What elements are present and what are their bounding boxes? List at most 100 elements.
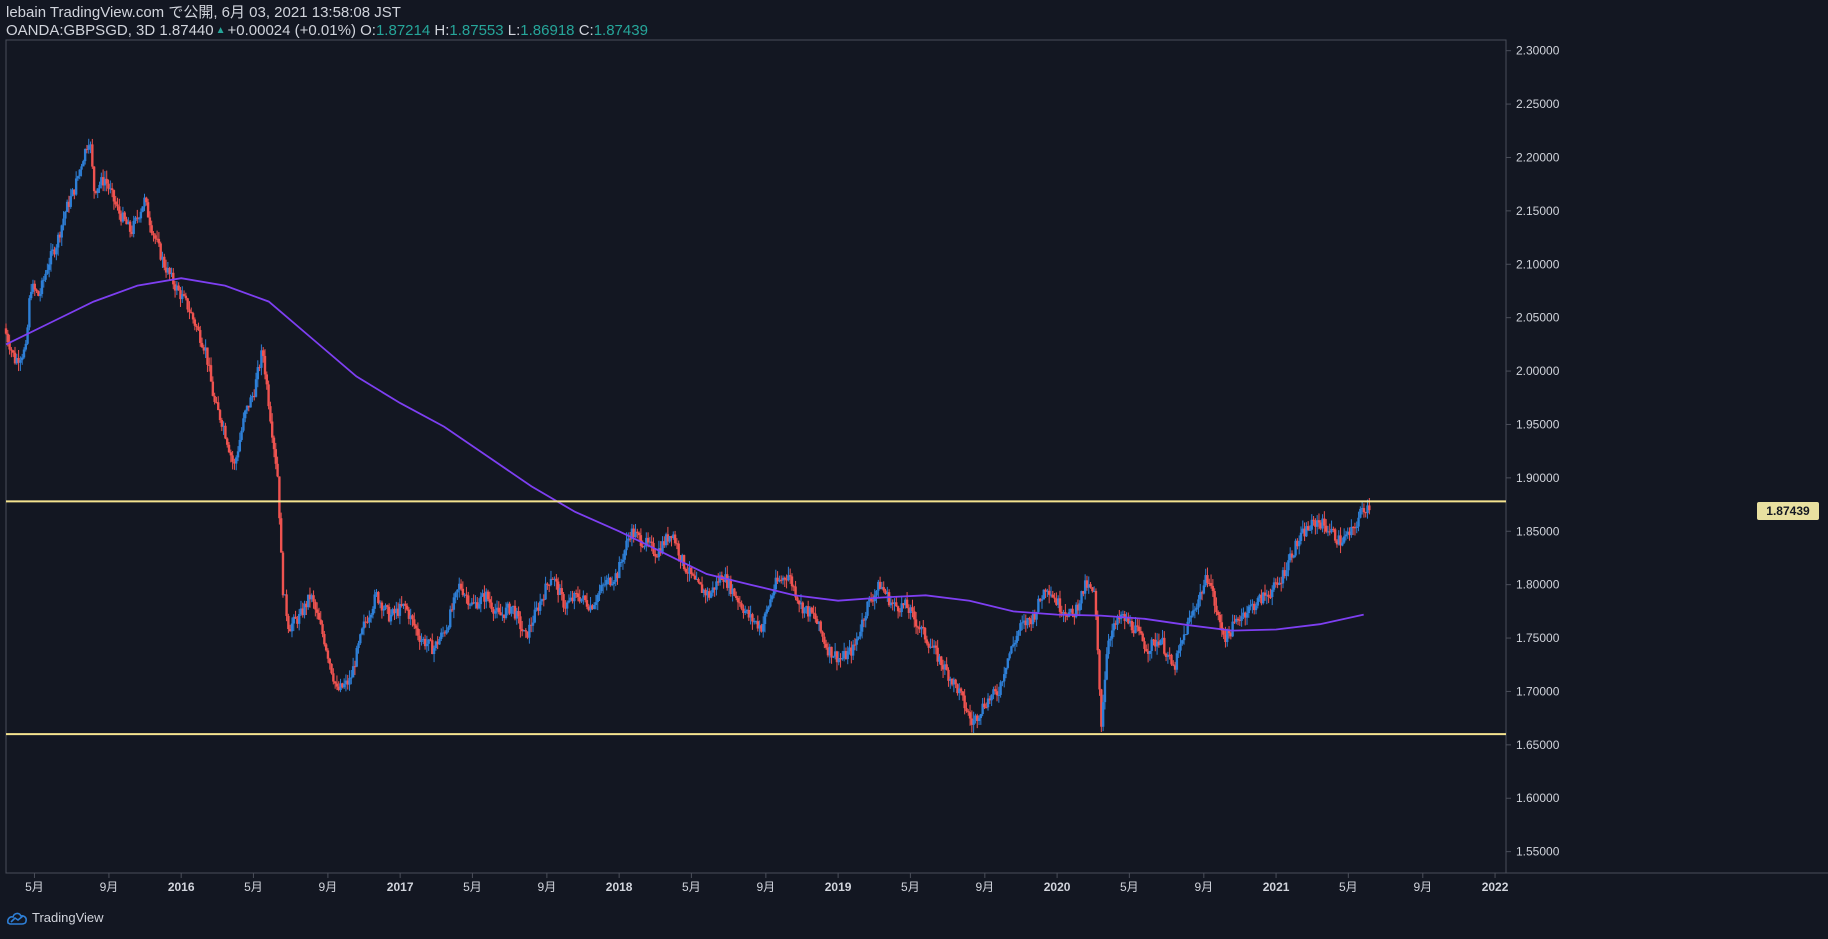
candle-down [467, 595, 470, 605]
candle-down [895, 602, 898, 607]
candle-up [1292, 555, 1295, 558]
candle-down [285, 594, 288, 616]
candle-down [1091, 587, 1094, 592]
price-chart[interactable]: 2.30000 2.25000 2.20000 2.15000 2.10000 2.050… [0, 0, 1828, 939]
candle-up [990, 694, 993, 701]
y-tick-label: 1.85000 [1516, 524, 1560, 538]
tradingview-footer[interactable]: TradingView [6, 910, 104, 925]
candle-down [555, 578, 558, 582]
close-value: 1.87439 [593, 22, 648, 39]
candle-down [110, 188, 114, 191]
candle-down [736, 597, 740, 603]
candle-down [914, 619, 918, 627]
candle-down [195, 325, 198, 327]
candle-down [576, 593, 580, 598]
candle-up [619, 561, 623, 563]
candle-up [1341, 542, 1344, 546]
candle-down [1089, 584, 1092, 588]
candle-up [24, 343, 27, 350]
candle-up [1272, 582, 1276, 590]
candle-down [333, 681, 337, 684]
candle-up [236, 451, 240, 458]
x-tick-label: 5月 [1120, 880, 1139, 894]
candle-down [33, 283, 36, 290]
candle-up [1195, 607, 1198, 610]
candle-down [925, 639, 929, 644]
candle-up [1186, 621, 1189, 635]
candle-down [330, 663, 333, 674]
candle-down [267, 384, 270, 407]
candle-down [335, 683, 339, 687]
candle-up [603, 584, 607, 586]
candle-down [740, 603, 743, 609]
candle-down [1053, 597, 1056, 599]
candle-down [429, 639, 432, 641]
candle-down [1137, 626, 1141, 632]
candle-up [1182, 634, 1186, 641]
candle-up [600, 585, 603, 592]
candle-down [684, 569, 688, 573]
candle-down [796, 597, 799, 601]
candle-down [186, 298, 189, 310]
candle-down [224, 425, 227, 439]
candle-up [531, 622, 535, 626]
candle-up [762, 624, 765, 632]
candle-down [913, 611, 916, 620]
candle-down [488, 599, 492, 603]
candle-up [504, 607, 508, 618]
candle-up [46, 269, 49, 274]
candle-down [114, 201, 117, 205]
candle-down [790, 576, 794, 587]
candle-up [765, 609, 769, 614]
candle-up [1308, 529, 1312, 531]
high-value: 1.87553 [449, 22, 504, 39]
candle-up [1359, 508, 1362, 518]
candle-up [1287, 560, 1290, 571]
candle-up [141, 206, 144, 212]
y-tick-label: 1.75000 [1516, 631, 1560, 645]
candle-up [1350, 526, 1353, 536]
candle-up [544, 583, 547, 600]
candle-up [78, 169, 81, 177]
candle-down [1217, 612, 1220, 615]
candle-down [261, 350, 265, 356]
candle-down [315, 609, 319, 613]
candle-up [1249, 605, 1252, 607]
candle-down [517, 611, 520, 617]
candle-up [1184, 634, 1188, 636]
up-triangle-icon: ▲ [215, 25, 226, 36]
candle-down [923, 627, 927, 640]
candle-up [1355, 526, 1358, 528]
candle-up [371, 608, 375, 615]
candle-up [1247, 606, 1251, 614]
candle-up [1357, 517, 1360, 527]
x-tick-label: 5月 [682, 880, 701, 894]
candle-up [1175, 653, 1179, 670]
candle-up [373, 594, 376, 609]
candle-down [177, 285, 180, 291]
candle-down [92, 166, 96, 192]
candle-up [510, 606, 513, 614]
candle-down [287, 615, 290, 630]
candle-down [10, 349, 13, 351]
x-tick-label: 5月 [901, 880, 920, 894]
candle-down [128, 221, 132, 232]
x-tick-label: 9月 [1413, 880, 1432, 894]
candle-down [945, 664, 948, 670]
candle-up [494, 610, 497, 614]
last-price: 1.87440 [159, 22, 214, 39]
candle-down [190, 312, 193, 314]
candle-down [281, 552, 285, 596]
candle-down [965, 708, 968, 712]
candle-up [864, 615, 867, 621]
price-change: +0.00024 (+0.01%) [227, 22, 356, 39]
candle-up [972, 719, 975, 725]
candle-up [244, 410, 247, 419]
candle-up [1101, 702, 1105, 727]
candle-down [1306, 526, 1310, 531]
candle-up [565, 602, 569, 609]
x-tick-label: 9月 [100, 880, 119, 894]
y-tick-label: 2.30000 [1516, 44, 1560, 58]
candle-up [368, 617, 371, 623]
candle-down [1170, 654, 1173, 665]
